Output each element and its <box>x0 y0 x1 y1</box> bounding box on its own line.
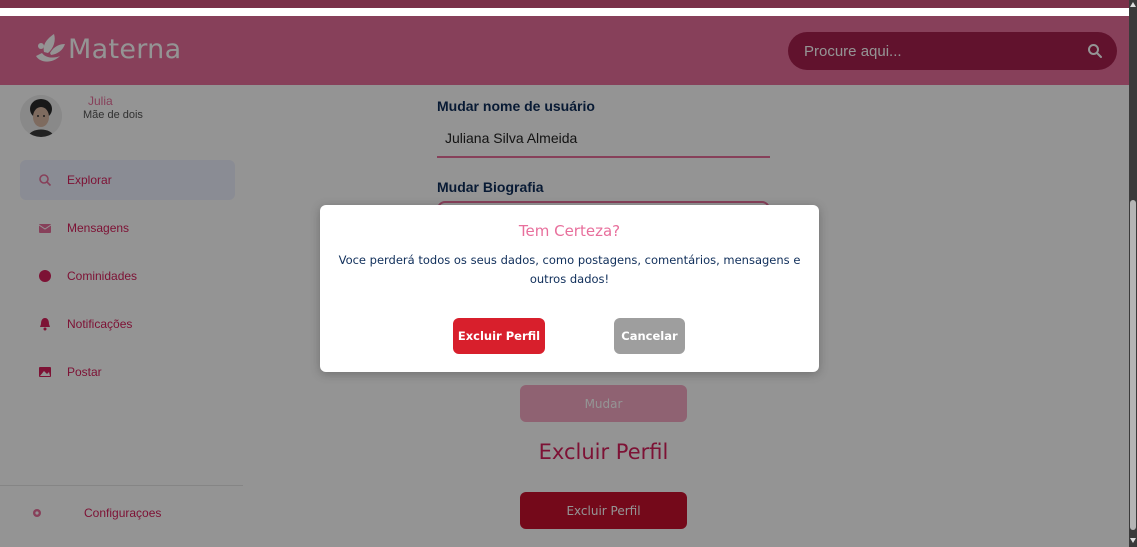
scrollbar-thumb[interactable] <box>1130 200 1136 530</box>
scroll-up-arrow-icon[interactable] <box>1130 2 1136 7</box>
page: Materna Julia <box>0 0 1129 547</box>
confirm-dialog: Tem Certeza? Voce perderá todos os seus … <box>320 205 819 372</box>
cancel-button[interactable]: Cancelar <box>614 318 685 354</box>
scrollbar[interactable] <box>1129 0 1137 547</box>
dialog-title: Tem Certeza? <box>518 222 621 240</box>
scroll-down-arrow-icon[interactable] <box>1130 538 1136 543</box>
dialog-message: Voce perderá todos os seus dados, como p… <box>338 253 801 286</box>
confirm-delete-button[interactable]: Excluir Perfil <box>453 318 545 354</box>
